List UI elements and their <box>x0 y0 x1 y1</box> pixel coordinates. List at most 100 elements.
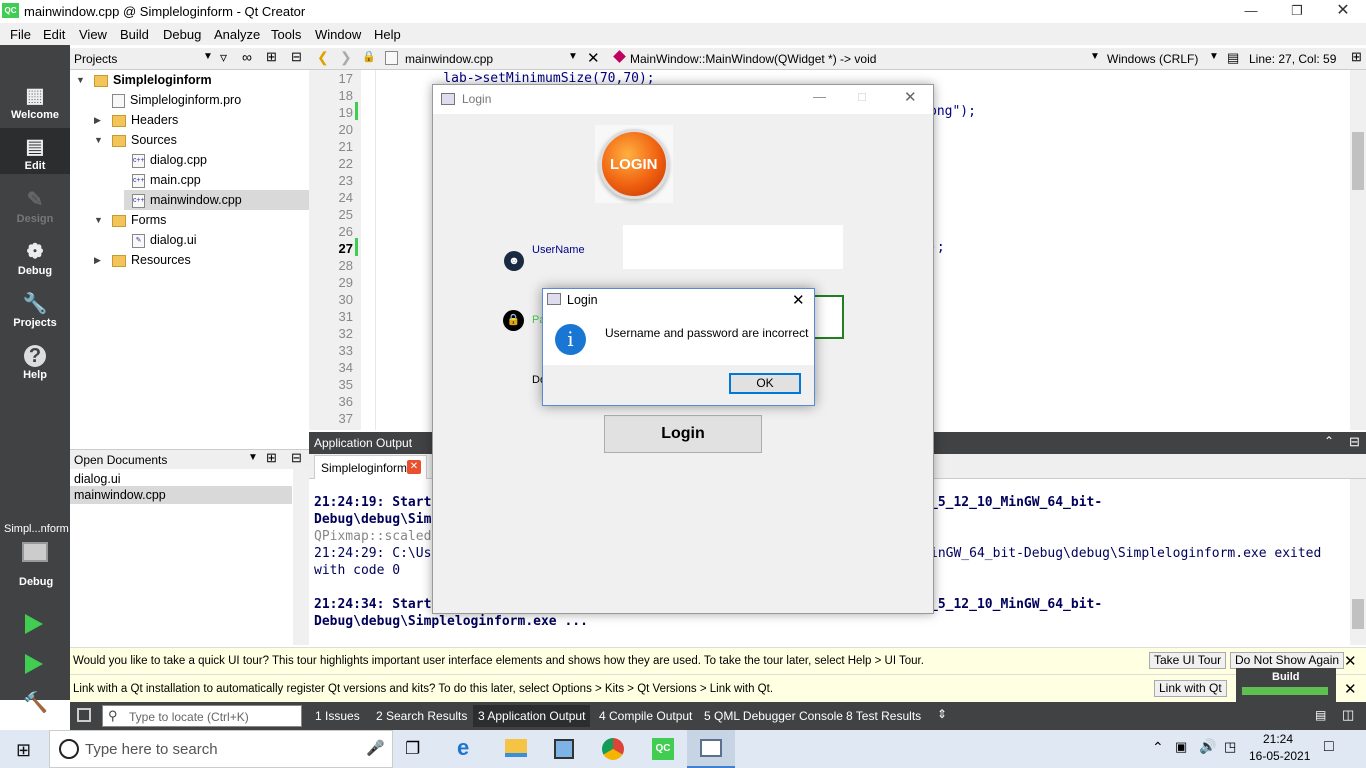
store-icon[interactable] <box>554 739 574 759</box>
open-doc-item[interactable]: mainwindow.cpp <box>70 486 292 504</box>
filter-icon[interactable]: ▿ <box>220 49 227 66</box>
pane-button-test-results[interactable]: 8 Test Results <box>846 709 921 723</box>
close-pane-icon[interactable]: ⊟ <box>291 450 302 466</box>
volume-icon[interactable]: 🔊 <box>1199 738 1216 755</box>
chrome-icon[interactable] <box>602 738 624 760</box>
menu-window[interactable]: Window <box>315 27 361 42</box>
cursor-position[interactable]: Line: 27, Col: 59 <box>1249 52 1336 66</box>
login-app-taskbar-item[interactable] <box>687 730 735 768</box>
take-ui-tour-button[interactable]: Take UI Tour <box>1149 652 1227 669</box>
edge-icon[interactable]: e <box>457 735 469 761</box>
mode-projects[interactable]: 🔧 Projects <box>0 285 70 335</box>
scrollbar[interactable] <box>293 469 309 645</box>
tree-item-headers[interactable]: ▶ Headers <box>70 110 309 130</box>
maximize-pane-icon[interactable]: ⌃ <box>1324 434 1334 448</box>
close-icon[interactable]: ✕ <box>1320 0 1366 23</box>
close-tab-icon[interactable]: ✕ <box>407 460 421 474</box>
expand-icon[interactable]: ▼ <box>76 70 85 90</box>
mode-design[interactable]: ✎ Design <box>0 181 70 231</box>
menu-analyze[interactable]: Analyze <box>214 27 260 42</box>
split-icon[interactable]: ⊞ <box>266 49 277 65</box>
close-pane-icon[interactable]: ⊟ <box>1349 434 1360 450</box>
debug-run-icon[interactable] <box>25 654 43 674</box>
more-panes-icon[interactable]: ⇕ <box>937 707 947 721</box>
tree-item-dialog-cpp[interactable]: c++ dialog.cpp <box>70 150 309 170</box>
close-file-icon[interactable]: ✕ <box>587 49 600 67</box>
minimize-icon[interactable]: — <box>1228 0 1274 23</box>
editor-scrollbar[interactable] <box>1350 70 1366 430</box>
close-icon[interactable]: ✕ <box>792 291 805 309</box>
wifi-icon[interactable]: ◳ <box>1224 739 1236 755</box>
network-icon[interactable]: ▣ <box>1175 739 1187 755</box>
output-scrollbar[interactable] <box>1350 479 1366 645</box>
menu-tools[interactable]: Tools <box>271 27 301 42</box>
chevron-down-icon[interactable]: ▼ <box>203 51 213 62</box>
build-progress[interactable]: Build <box>1236 668 1336 702</box>
close-pane-icon[interactable]: ⊟ <box>291 49 302 65</box>
do-not-show-again-button[interactable]: Do Not Show Again <box>1230 652 1345 669</box>
login-button[interactable]: Login <box>604 415 762 453</box>
chevron-down-icon[interactable]: ▼ <box>248 452 258 463</box>
collapsed-icon[interactable]: ▶ <box>94 110 101 130</box>
qt-creator-taskbar-icon[interactable]: QC <box>652 738 674 760</box>
mode-help[interactable]: ? Help <box>0 337 70 387</box>
menu-edit[interactable]: Edit <box>43 27 65 42</box>
mode-edit[interactable]: ▤ Edit <box>0 128 70 174</box>
chevron-down-icon[interactable]: ▼ <box>568 51 578 62</box>
pane-button-qml-debugger[interactable]: 5 QML Debugger Console <box>704 709 843 723</box>
menu-build[interactable]: Build <box>120 27 149 42</box>
task-view-icon[interactable]: ❐ <box>405 739 420 759</box>
tree-item-resources[interactable]: ▶ Resources <box>70 250 309 270</box>
menu-debug[interactable]: Debug <box>163 27 201 42</box>
ok-button[interactable]: OK <box>729 373 801 394</box>
mode-debug[interactable]: ❁ Debug <box>0 233 70 283</box>
run-icon[interactable] <box>25 614 43 634</box>
split-icon[interactable]: ⊞ <box>1351 49 1362 65</box>
username-input[interactable] <box>623 225 843 269</box>
tree-item-main-cpp[interactable]: c++ main.cpp <box>70 170 309 190</box>
expand-icon[interactable]: ▼ <box>94 130 103 150</box>
tree-item-sources[interactable]: ▼ Sources <box>70 130 309 150</box>
pane-button-application-output[interactable]: 3 Application Output <box>473 705 591 727</box>
split-icon[interactable]: ⊞ <box>266 450 277 466</box>
tree-item-dialog-ui[interactable]: ✎ dialog.ui <box>70 230 309 250</box>
output-pane-icon[interactable]: ◫ <box>1342 707 1354 723</box>
scroll-thumb[interactable] <box>1352 132 1364 190</box>
menu-view[interactable]: View <box>79 27 107 42</box>
maximize-icon[interactable]: □ <box>858 89 866 104</box>
editor-file-name[interactable]: mainwindow.cpp <box>405 52 493 66</box>
menu-help[interactable]: Help <box>374 27 401 42</box>
pane-button-search-results[interactable]: 2 Search Results <box>376 709 467 723</box>
clock-date[interactable]: 16-05-2021 <box>1249 749 1310 763</box>
close-icon[interactable]: ✕ <box>904 88 917 106</box>
collapsed-icon[interactable]: ▶ <box>94 250 101 270</box>
symbol-selector[interactable]: MainWindow::MainWindow(QWidget *) -> voi… <box>630 52 876 66</box>
pane-button-issues[interactable]: 1 Issues <box>315 709 360 723</box>
tree-item-project[interactable]: ▼ Simpleloginform <box>70 70 309 90</box>
tree-item-pro-file[interactable]: Simpleloginform.pro <box>70 90 309 110</box>
hammer-icon[interactable]: 🔨 <box>23 690 48 715</box>
windows-start-icon[interactable]: ⊞ <box>16 740 31 761</box>
chevron-down-icon[interactable]: ▼ <box>1090 51 1100 62</box>
tree-item-forms[interactable]: ▼ Forms <box>70 210 309 230</box>
tab-simpleloginform[interactable]: Simpleloginform ✕ <box>314 455 427 479</box>
microphone-icon[interactable]: 🎤 <box>366 739 385 757</box>
close-icon[interactable]: ✕ <box>1344 680 1357 698</box>
tree-item-mainwindow-cpp[interactable]: c++ mainwindow.cpp <box>124 190 309 210</box>
password-input[interactable] <box>813 295 844 339</box>
minimize-icon[interactable]: — <box>813 89 826 104</box>
monitor-icon[interactable] <box>22 542 48 562</box>
line-ending-selector[interactable]: Windows (CRLF) <box>1107 52 1198 66</box>
taskbar-search-box[interactable]: Type here to search 🎤 <box>49 730 393 768</box>
link-with-qt-button[interactable]: Link with Qt <box>1154 680 1227 697</box>
menu-file[interactable]: File <box>10 27 31 42</box>
back-icon[interactable]: ❮ <box>317 49 329 66</box>
scroll-thumb[interactable] <box>1352 599 1364 629</box>
restore-icon[interactable]: ❐ <box>1274 0 1320 23</box>
link-icon[interactable]: ∞ <box>242 49 252 65</box>
file-explorer-icon[interactable] <box>505 739 527 757</box>
expand-icon[interactable]: ▼ <box>94 210 103 230</box>
sidebar-toggle-icon[interactable] <box>77 708 91 722</box>
chevron-down-icon[interactable]: ▼ <box>1209 51 1219 62</box>
progress-details-icon[interactable]: ▤ <box>1315 708 1326 722</box>
